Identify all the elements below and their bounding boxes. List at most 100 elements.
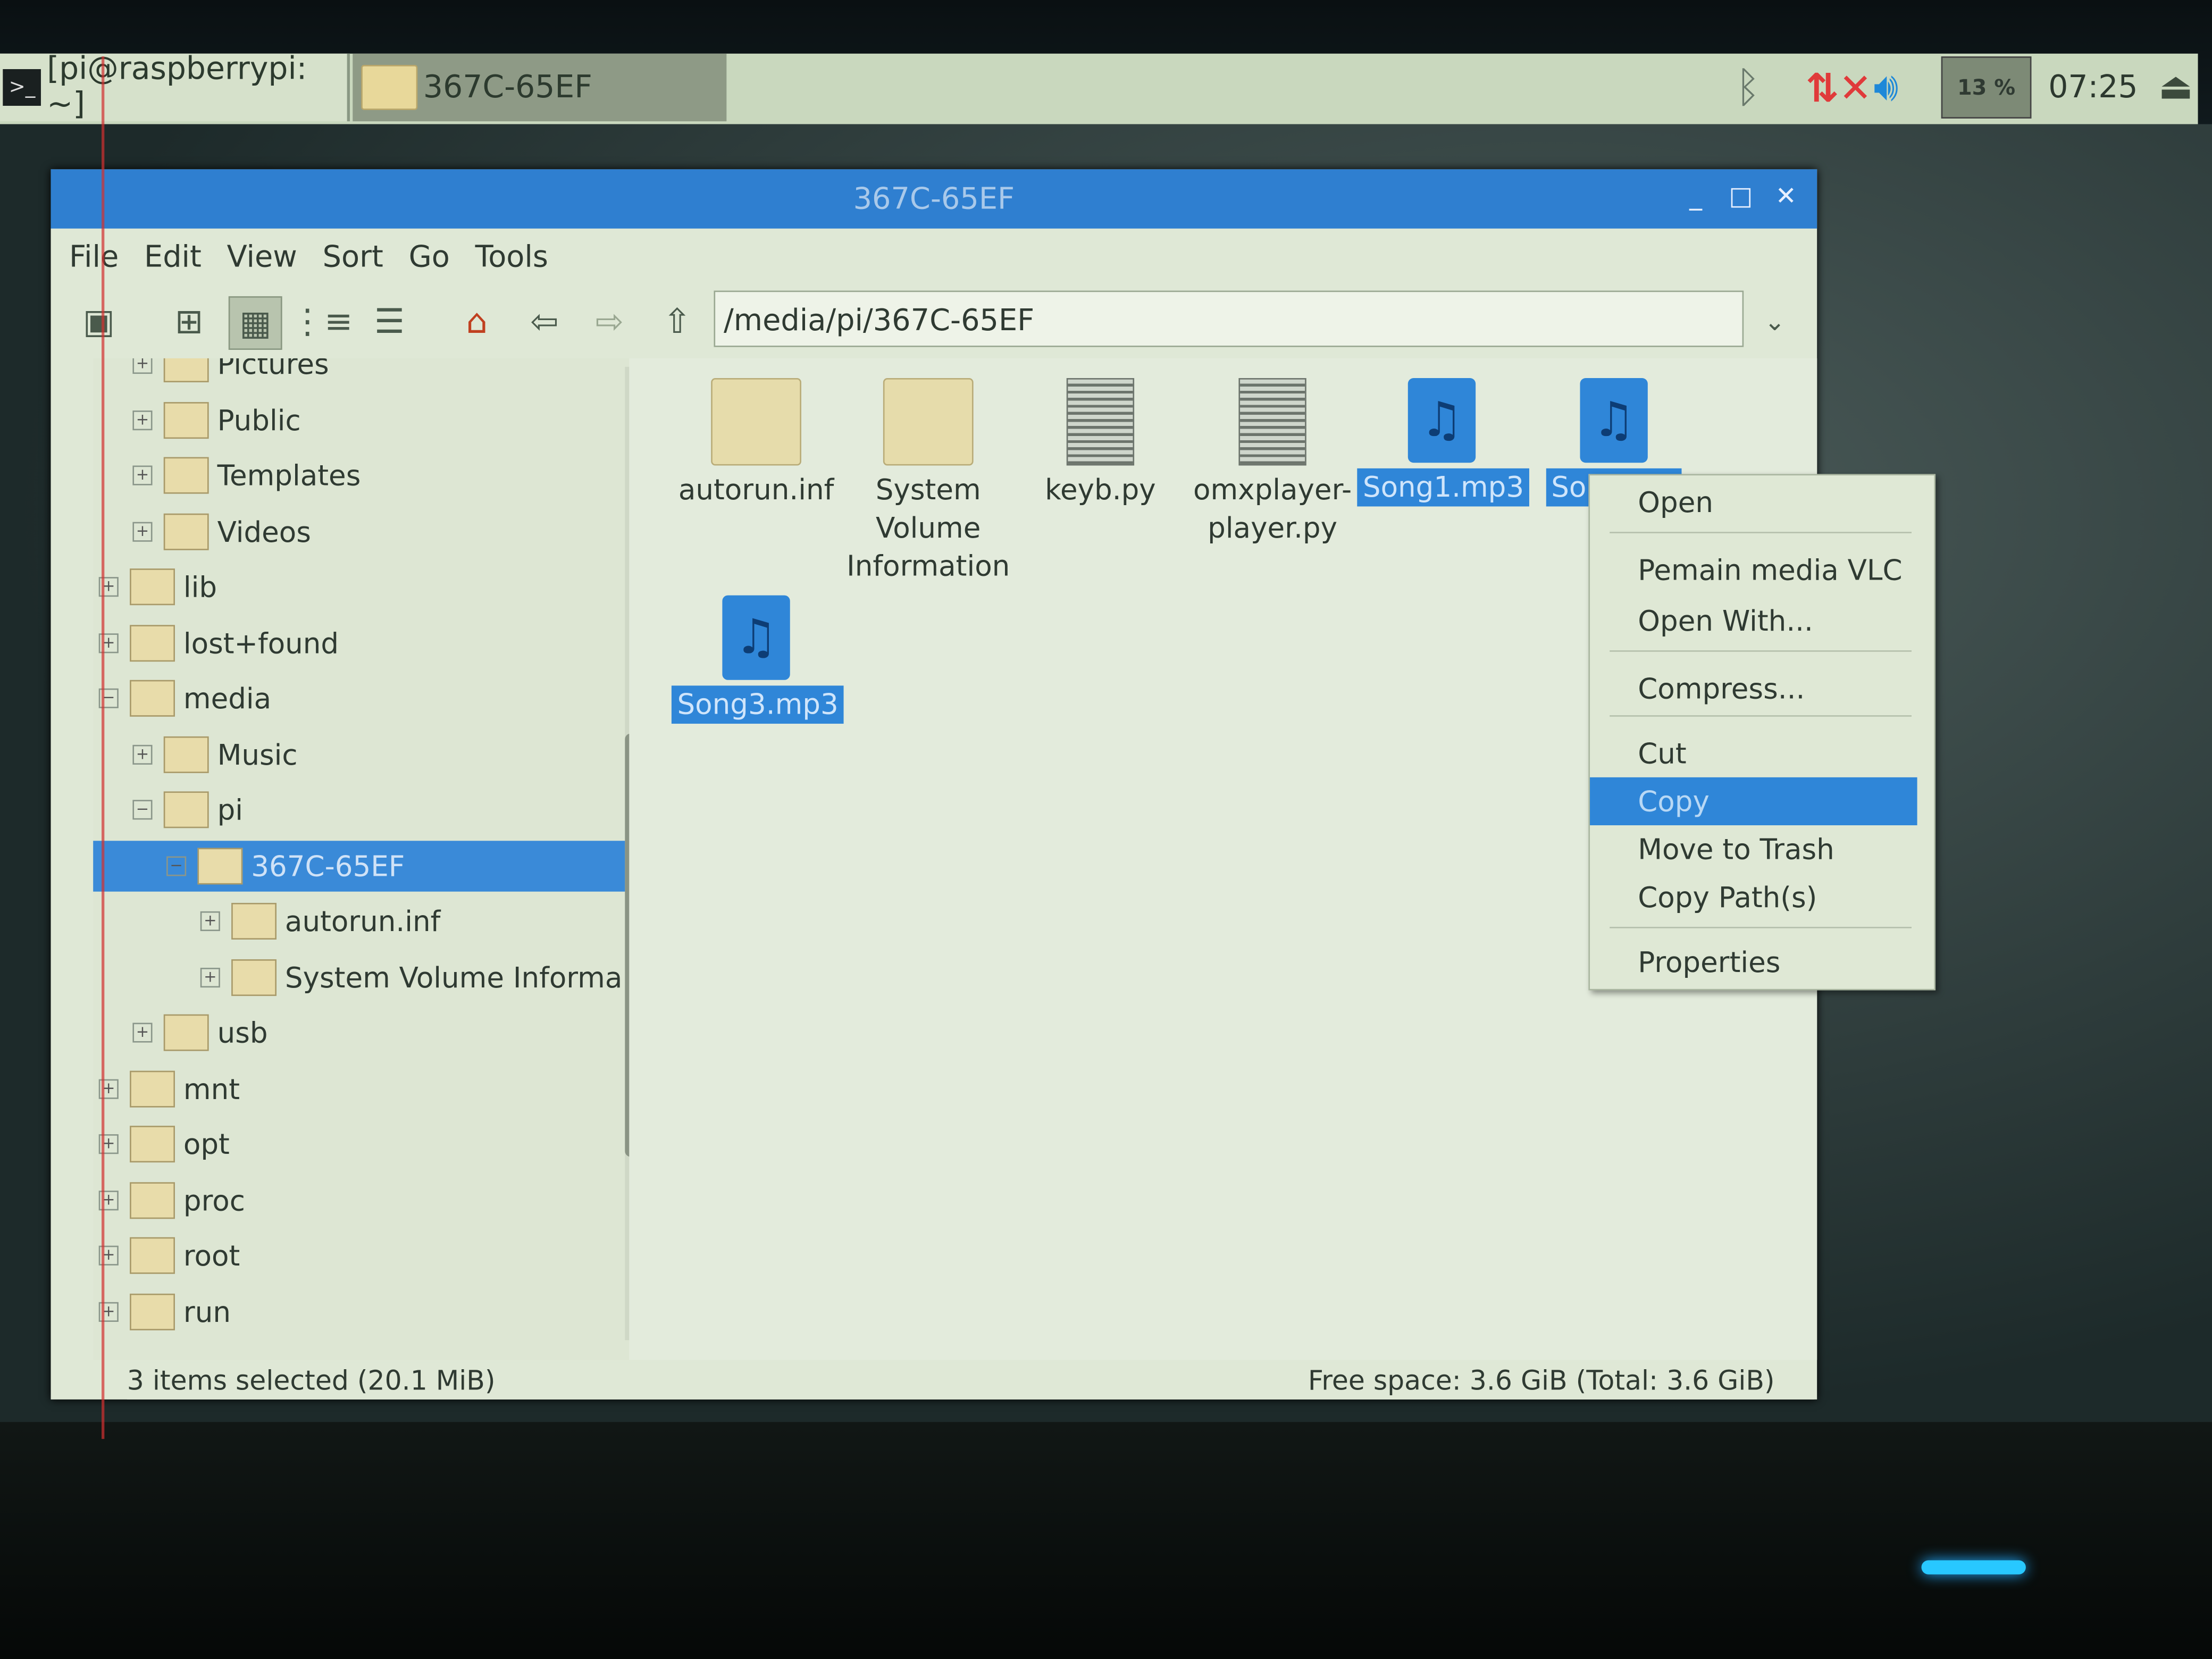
task-file-manager[interactable]: 367C-65EF — [353, 53, 727, 122]
folder-icon — [883, 378, 974, 466]
menu-go[interactable]: Go — [409, 240, 450, 274]
menu-item-cut[interactable]: Cut — [1590, 730, 1917, 777]
chevron-down-icon[interactable]: ⌄ — [1749, 296, 1800, 347]
icon-view-icon[interactable]: ⊞ — [164, 296, 215, 347]
minimize-button[interactable]: _ — [1679, 181, 1713, 215]
menu-item-copy-path-s[interactable]: Copy Path(s) — [1590, 873, 1917, 921]
tree-item[interactable]: + opt — [98, 1119, 230, 1170]
menu-file[interactable]: File — [69, 240, 119, 274]
file-item[interactable]: ♫ Song1.mp3 — [1357, 378, 1530, 507]
folder-icon — [130, 1181, 175, 1218]
folder-icon — [197, 847, 243, 884]
title-bar[interactable]: 367C-65EF _ □ ✕ — [51, 169, 1817, 229]
menu-separator — [1610, 532, 1912, 533]
expand-icon[interactable]: + — [132, 521, 153, 541]
toolbar: ▣ ⊞ ▦ ⋮≡ ☰ ⌂ ⇦ ⇨ ⇧ /media/pi/367C-65EF ⌄ — [51, 285, 1817, 358]
menu-item-move-to-trash[interactable]: Move to Trash — [1590, 825, 1917, 873]
menu-item-properties[interactable]: Properties — [1590, 938, 1917, 986]
folder-icon — [163, 1014, 209, 1051]
file-item[interactable]: omxplayer-player.py — [1188, 378, 1357, 547]
menu-separator — [1610, 927, 1912, 928]
tree-item-label: proc — [183, 1183, 245, 1217]
folder-icon — [130, 1237, 175, 1274]
path-input[interactable]: /media/pi/367C-65EF — [714, 290, 1744, 347]
text-file-icon — [1066, 378, 1135, 466]
file-item[interactable]: System Volume Information — [844, 378, 1013, 585]
tree-item[interactable]: + mnt — [98, 1063, 240, 1114]
menu-item-compress[interactable]: Compress... — [1590, 665, 1917, 713]
tree-item[interactable]: + Templates — [132, 450, 361, 501]
selection-status: 3 items selected (20.1 MiB) — [127, 1365, 496, 1397]
menu-tools[interactable]: Tools — [475, 240, 548, 274]
tree-item-label: pi — [217, 793, 244, 827]
network-disconnected-icon[interactable]: ⇅✕ — [1806, 54, 1872, 121]
tree-item[interactable]: + Pictures — [132, 358, 329, 389]
new-window-icon[interactable]: ▣ — [73, 296, 124, 347]
list-view-icon[interactable]: ☰ — [364, 296, 415, 347]
menu-sort[interactable]: Sort — [323, 240, 383, 274]
collapse-icon[interactable]: − — [166, 856, 187, 876]
tree-item[interactable]: + Music — [132, 728, 298, 780]
expand-icon[interactable]: + — [200, 911, 220, 932]
thumbnail-view-icon[interactable]: ▦ — [228, 296, 282, 350]
folder-icon — [130, 1126, 175, 1163]
tree-item[interactable]: + run — [98, 1286, 231, 1337]
tree-item-label: opt — [183, 1127, 230, 1161]
menu-item-open-with[interactable]: Open With... — [1590, 597, 1917, 644]
expand-icon[interactable]: + — [132, 465, 153, 485]
collapse-icon[interactable]: − — [132, 800, 153, 820]
expand-icon[interactable]: + — [200, 967, 220, 987]
menu-edit[interactable]: Edit — [144, 240, 202, 274]
tree-item[interactable]: + lib — [98, 562, 217, 613]
clock[interactable]: 07:25 — [2048, 54, 2138, 121]
file-name: Song1.mp3 — [1357, 468, 1530, 507]
tree-item[interactable]: − 367C-65EF — [93, 840, 643, 891]
folder-icon — [130, 568, 175, 606]
file-item[interactable]: autorun.inf — [672, 378, 841, 509]
tree-item-label: Pictures — [217, 358, 329, 381]
menu-item-open[interactable]: Open — [1590, 478, 1917, 526]
forward-arrow-icon[interactable]: ⇨ — [584, 296, 635, 347]
bluetooth-icon[interactable]: ᛒ — [1735, 54, 1761, 121]
tree-item[interactable]: + System Volume Informa — [200, 952, 622, 1003]
compact-view-icon[interactable]: ⋮≡ — [290, 296, 353, 347]
eject-icon[interactable]: ⏏ — [2158, 54, 2193, 121]
home-icon[interactable]: ⌂ — [451, 296, 502, 347]
file-item[interactable]: ♫ Song3.mp3 — [671, 595, 844, 724]
task-terminal[interactable]: >_ [pi@raspberrypi: ~] — [0, 52, 350, 123]
menu-item-pemain-media-vlc[interactable]: Pemain media VLC — [1590, 546, 1917, 594]
tree-item[interactable]: + autorun.inf — [200, 896, 440, 947]
menu-item-copy[interactable]: Copy — [1590, 777, 1917, 826]
volume-icon[interactable]: 🔊︎ — [1873, 54, 1898, 121]
maximize-button[interactable]: □ — [1724, 181, 1758, 215]
tree-item-label: run — [183, 1294, 231, 1328]
up-arrow-icon[interactable]: ⇧ — [652, 296, 703, 347]
tree-item-label: mnt — [183, 1071, 240, 1105]
tree-item[interactable]: − media — [98, 673, 272, 724]
expand-icon[interactable]: + — [132, 409, 153, 430]
file-item[interactable]: keyb.py — [1016, 378, 1185, 509]
free-space-status: Free space: 3.6 GiB (Total: 3.6 GiB) — [1308, 1365, 1775, 1397]
expand-icon[interactable]: + — [132, 358, 153, 374]
tree-item[interactable]: − pi — [132, 784, 243, 835]
tree-item-label: root — [183, 1238, 240, 1273]
back-arrow-icon[interactable]: ⇦ — [519, 296, 570, 347]
tree-item[interactable]: + Videos — [132, 506, 311, 557]
tree-item-label: media — [183, 681, 272, 716]
tree-item[interactable]: + Public — [132, 395, 301, 446]
expand-icon[interactable]: + — [132, 744, 153, 764]
folder-icon — [130, 1070, 175, 1107]
file-name: autorun.inf — [678, 472, 834, 507]
tree-item[interactable]: + root — [98, 1230, 240, 1281]
tree-item[interactable]: + proc — [98, 1175, 245, 1226]
menu-view[interactable]: View — [227, 240, 297, 274]
tree-item[interactable]: + usb — [132, 1007, 268, 1058]
tree-item[interactable]: + lost+found — [98, 617, 339, 668]
task-label: 367C-65EF — [423, 70, 592, 105]
folder-icon — [163, 401, 209, 438]
file-name: keyb.py — [1045, 472, 1156, 507]
close-button[interactable]: ✕ — [1769, 181, 1803, 215]
expand-icon[interactable]: + — [132, 1023, 153, 1043]
folder-icon — [163, 513, 209, 550]
terminal-icon: >_ — [3, 69, 41, 106]
